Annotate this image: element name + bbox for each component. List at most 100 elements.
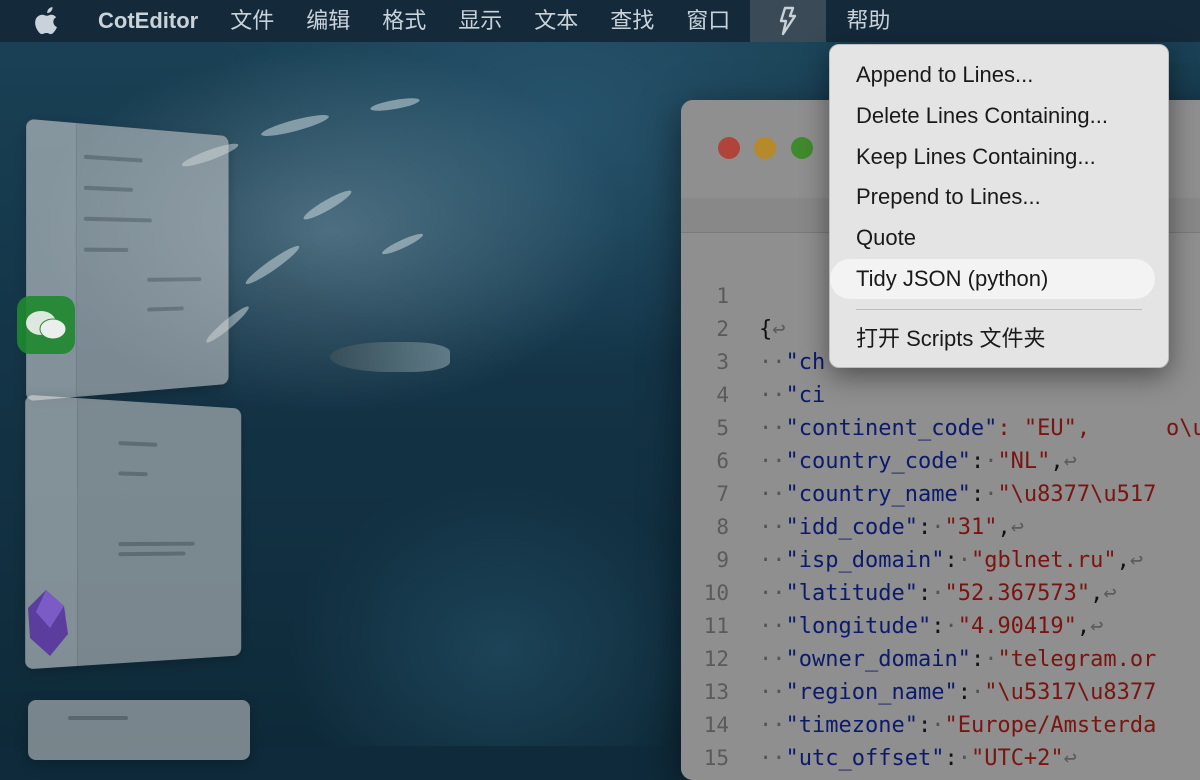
indent-glyph: ·· [759, 449, 786, 474]
indent-glyph: ·· [759, 647, 786, 672]
code-line: 15 }↩ [681, 709, 786, 780]
line-number: 15 [703, 746, 729, 770]
code-line: 5 ··"country_code":·"NL",↩ [681, 379, 1077, 474]
json-value: "\u5317\u8377 [984, 680, 1157, 705]
colon: : [917, 713, 932, 738]
colon: : [931, 614, 945, 639]
menu-app-name[interactable]: CotEditor [76, 0, 214, 42]
code-line: 2 ··"ch [681, 280, 825, 375]
json-value: "gblnet.ru" [970, 548, 1117, 573]
menu-separator [856, 309, 1142, 310]
window-preview-third[interactable] [28, 700, 250, 760]
space-glyph: · [931, 581, 945, 606]
json-value: "Europe/Amsterda [944, 713, 1157, 738]
colon: : [970, 482, 985, 507]
space-glyph: · [957, 746, 971, 771]
code-line: 14 ··"utc_offset":·"UTC+2"↩ [681, 676, 1077, 771]
close-window-button[interactable] [718, 137, 740, 159]
indent-glyph: ·· [759, 680, 786, 705]
json-key: "latitude" [785, 581, 918, 606]
indent-glyph: ·· [759, 416, 786, 441]
indent-glyph: ·· [759, 350, 786, 375]
menu-item-prepend-to-lines[interactable]: Prepend to Lines... [830, 177, 1168, 217]
colon: : [970, 647, 985, 672]
apple-logo-icon[interactable] [34, 7, 62, 35]
space-glyph: · [957, 548, 971, 573]
json-key: "timezone" [785, 713, 918, 738]
menu-file[interactable]: 文件 [214, 0, 290, 42]
space-glyph: · [931, 713, 945, 738]
menu-bar: CotEditor 文件 编辑 格式 显示 文本 查找 窗口 帮助 [0, 0, 1200, 42]
indent-glyph: ·· [759, 515, 786, 540]
minimize-window-button[interactable] [754, 137, 776, 159]
code-line: 9 ··"latitude":·"52.367573",↩ [681, 511, 1116, 606]
json-value: "4.90419" [957, 614, 1077, 639]
menu-item-delete-lines-containing[interactable]: Delete Lines Containing... [830, 96, 1168, 136]
space-glyph: · [984, 482, 998, 507]
comma: , [1050, 449, 1064, 474]
code-line: 6 ··"country_name":·"\u8377\u517 [681, 412, 1156, 507]
indent-glyph: ·· [759, 746, 786, 771]
json-key: "region_name" [785, 680, 958, 705]
json-key: "country_name" [785, 482, 971, 507]
brace: { [759, 317, 773, 342]
menu-window[interactable]: 窗口 [670, 0, 746, 42]
menu-help[interactable]: 帮助 [830, 0, 906, 42]
colon: : [944, 548, 958, 573]
colon: : [970, 449, 985, 474]
json-key: "country_code" [785, 449, 971, 474]
colon: : [957, 680, 971, 705]
return-glyph: ↩ [1010, 515, 1024, 540]
json-key: "ci [785, 383, 826, 408]
json-value: "\u8377\u517 [997, 482, 1157, 507]
json-key: "isp_domain" [785, 548, 945, 573]
return-glyph: ↩ [1103, 581, 1117, 606]
obsidian-app-icon[interactable] [26, 588, 70, 658]
wechat-app-icon[interactable] [17, 296, 75, 354]
colon: : [917, 581, 932, 606]
indent-glyph: ·· [759, 383, 786, 408]
comma: , [997, 515, 1011, 540]
space-glyph: · [970, 680, 985, 705]
menu-item-append-to-lines[interactable]: Append to Lines... [830, 55, 1168, 95]
space-glyph: · [931, 515, 945, 540]
json-value: o\u [1166, 416, 1200, 441]
json-value: "UTC+2" [970, 746, 1064, 771]
json-value: "NL" [997, 449, 1051, 474]
space-glyph: · [984, 449, 998, 474]
code-line: 13 ··"timezone":·"Europe/Amsterda [681, 643, 1157, 738]
return-glyph: ↩ [1063, 746, 1077, 771]
menu-edit[interactable]: 编辑 [290, 0, 366, 42]
code-line: 7 ··"idd_code":·"31",↩ [681, 445, 1024, 540]
zoom-window-button[interactable] [791, 137, 813, 159]
json-key: "ch [785, 350, 826, 375]
comma: , [1116, 548, 1130, 573]
indent-glyph: ·· [759, 581, 786, 606]
return-glyph: ↩ [1063, 449, 1077, 474]
return-glyph: ↩ [1090, 614, 1104, 639]
menu-find[interactable]: 查找 [594, 0, 670, 42]
json-key: "utc_offset" [785, 746, 945, 771]
code-line: 8 ··"isp_domain":·"gblnet.ru",↩ [681, 478, 1143, 573]
return-glyph: ↩ [772, 317, 786, 342]
space-glyph: · [944, 614, 958, 639]
json-key: "idd_code" [785, 515, 918, 540]
script-menu-button[interactable] [750, 0, 827, 42]
menu-item-keep-lines-containing[interactable]: Keep Lines Containing... [830, 137, 1168, 177]
menu-item-quote[interactable]: Quote [830, 218, 1168, 258]
json-value: "52.367573" [944, 581, 1091, 606]
json-value: : "EU", [997, 416, 1091, 441]
indent-glyph: ·· [759, 713, 786, 738]
menu-text[interactable]: 文本 [518, 0, 594, 42]
menu-view[interactable]: 显示 [442, 0, 518, 42]
json-value: "31" [944, 515, 998, 540]
code-line: 1 {↩ [681, 247, 785, 342]
code-line: 3 ··"ci o\u [681, 313, 1200, 441]
menu-item-open-scripts-folder[interactable]: 打开 Scripts 文件夹 [830, 319, 1168, 359]
indent-glyph: ·· [759, 482, 786, 507]
colon: : [944, 746, 958, 771]
menu-item-tidy-json[interactable]: Tidy JSON (python) [830, 259, 1155, 299]
window-preview-wechat[interactable] [26, 118, 229, 402]
fish-shape [330, 342, 450, 372]
menu-format[interactable]: 格式 [366, 0, 442, 42]
